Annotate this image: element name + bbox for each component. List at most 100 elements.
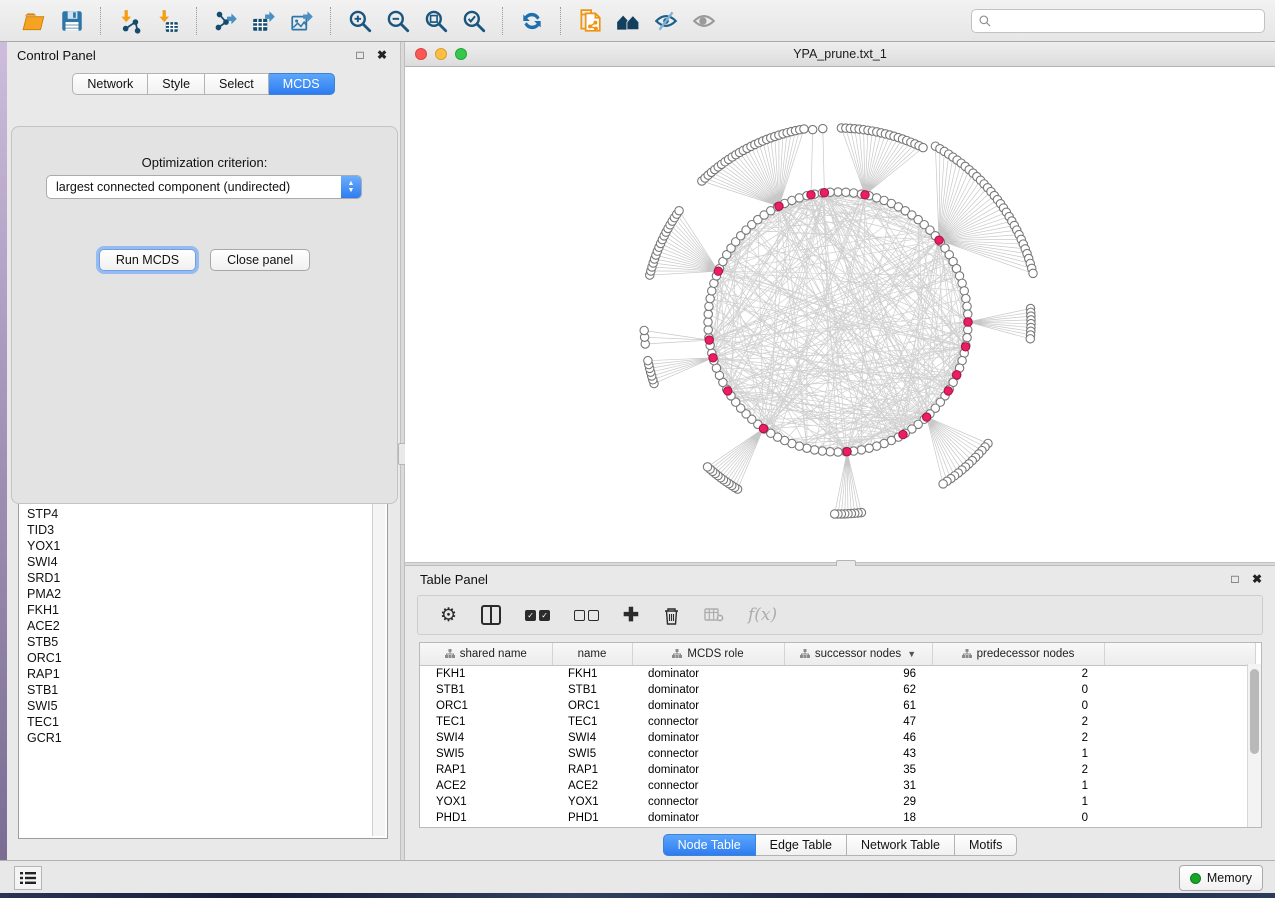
maximize-window-icon[interactable] — [455, 48, 467, 60]
table-row[interactable]: YOX1YOX1connector291 — [420, 794, 1256, 810]
tab-node-table[interactable]: Node Table — [663, 834, 756, 856]
mcds-result-item[interactable]: STB5 — [21, 634, 373, 650]
tab-motifs[interactable]: Motifs — [955, 834, 1017, 856]
export-table-icon[interactable] — [250, 7, 278, 35]
column-header-successor-nodes[interactable]: successor nodes▼ — [784, 643, 932, 666]
memory-button[interactable]: Memory — [1179, 865, 1263, 891]
close-window-icon[interactable] — [415, 48, 427, 60]
add-column-icon[interactable]: ✚ — [623, 604, 639, 627]
deselect-all-checkboxes-icon[interactable] — [574, 610, 599, 621]
function-builder-icon[interactable]: f(x) — [748, 605, 777, 625]
network-window-title: YPA_prune.txt_1 — [793, 47, 887, 61]
mcds-result-item[interactable]: SRD1 — [21, 570, 373, 586]
open-session-icon[interactable] — [20, 7, 48, 35]
mcds-result-item[interactable]: TEC1 — [21, 714, 373, 730]
mcds-result-item[interactable]: GCR1 — [21, 730, 373, 746]
mcds-result-item[interactable]: TID3 — [21, 522, 373, 538]
mcds-result-item[interactable]: ORC1 — [21, 650, 373, 666]
control-panel: Control Panel □ ✖ Optimization criterion… — [7, 42, 400, 860]
memory-status-icon — [1190, 873, 1201, 884]
settings-gear-icon[interactable]: ⚙ — [440, 604, 457, 627]
network-from-document-icon[interactable] — [576, 7, 604, 35]
network-graph[interactable] — [405, 67, 1275, 562]
toolbar-separator — [330, 7, 332, 35]
table-row[interactable]: FKH1FKH1dominator962 — [420, 666, 1256, 683]
export-image-icon[interactable] — [288, 7, 316, 35]
mcds-settings-card: Optimization criterion: largest connecte… — [11, 126, 398, 504]
table-row[interactable]: STB1STB1dominator620 — [420, 682, 1256, 698]
control-panel-header: Control Panel □ ✖ — [7, 42, 400, 68]
zoom-out-icon[interactable] — [384, 7, 412, 35]
tab-network-table[interactable]: Network Table — [847, 834, 955, 856]
tab-style[interactable]: Style — [148, 73, 205, 95]
mcds-result-item[interactable]: SWI4 — [21, 554, 373, 570]
mcds-result-item[interactable]: RAP1 — [21, 666, 373, 682]
toolbar-search[interactable] — [971, 9, 1265, 33]
mcds-result-list[interactable]: PHD1CAR1STP4TID3YOX1SWI4SRD1PMA2FKH1ACE2… — [21, 474, 373, 836]
table-row[interactable]: ORC1ORC1dominator610 — [420, 698, 1256, 714]
search-input[interactable] — [992, 13, 1258, 29]
close-panel-icon[interactable]: ✖ — [374, 47, 390, 63]
task-history-button[interactable] — [14, 866, 42, 890]
import-network-icon[interactable] — [116, 7, 144, 35]
table-row[interactable]: TEC1TEC1connector472 — [420, 714, 1256, 730]
hide-selected-icon[interactable] — [652, 7, 680, 35]
shared-column-icon — [445, 649, 455, 661]
export-network-icon[interactable] — [212, 7, 240, 35]
mcds-result-item[interactable]: STB1 — [21, 682, 373, 698]
mcds-result-item[interactable]: ACE2 — [21, 618, 373, 634]
chevron-down-icon: ▼ — [907, 649, 916, 659]
zoom-fit-icon[interactable] — [422, 7, 450, 35]
show-column-icon[interactable] — [481, 605, 501, 625]
table-scrollbar[interactable] — [1247, 664, 1261, 827]
delete-table-icon[interactable] — [704, 607, 724, 623]
zoom-in-icon[interactable] — [346, 7, 374, 35]
table-row[interactable]: ACE2ACE2connector311 — [420, 778, 1256, 794]
run-mcds-button[interactable]: Run MCDS — [99, 249, 196, 271]
column-header-predecessor-nodes[interactable]: predecessor nodes — [932, 643, 1104, 666]
table-panel-tabs: Node Table Edge Table Network Table Moti… — [405, 834, 1275, 856]
tab-mcds[interactable]: MCDS — [269, 73, 335, 95]
save-session-icon[interactable] — [58, 7, 86, 35]
mcds-result-item[interactable]: YOX1 — [21, 538, 373, 554]
import-table-icon[interactable] — [154, 7, 182, 35]
network-titlebar[interactable]: YPA_prune.txt_1 — [405, 42, 1275, 67]
column-header-mcds-role[interactable]: MCDS role — [632, 643, 784, 666]
close-panel-icon[interactable]: ✖ — [1249, 571, 1265, 587]
toolbar-separator — [196, 7, 198, 35]
memory-label: Memory — [1207, 871, 1252, 885]
column-header-shared-name[interactable]: shared name — [420, 643, 552, 666]
table-row[interactable]: PHD1PHD1dominator180 — [420, 810, 1256, 826]
table-row[interactable]: RAP1RAP1dominator352 — [420, 762, 1256, 778]
toolbar-separator — [560, 7, 562, 35]
first-neighbors-icon[interactable] — [614, 7, 642, 35]
mcds-list-scrollbar[interactable] — [372, 474, 385, 836]
tab-select[interactable]: Select — [205, 73, 269, 95]
shared-column-icon — [672, 649, 682, 661]
minimize-window-icon[interactable] — [435, 48, 447, 60]
control-panel-title: Control Panel — [17, 48, 346, 63]
mcds-result-item[interactable]: SWI5 — [21, 698, 373, 714]
select-all-checkboxes-icon[interactable]: ✓✓ — [525, 610, 550, 621]
table-row[interactable]: SWI5SWI5connector431 — [420, 746, 1256, 762]
toolbar-separator — [100, 7, 102, 35]
tab-network[interactable]: Network — [72, 73, 148, 95]
delete-column-icon[interactable] — [663, 606, 680, 625]
table-panel: Table Panel □ ✖ ⚙ ✓✓ ✚ f(x) shared name … — [405, 566, 1275, 860]
control-panel-tabs: Network Style Select MCDS — [7, 73, 400, 95]
criterion-dropdown[interactable]: largest connected component (undirected)… — [46, 175, 362, 199]
zoom-selected-icon[interactable] — [460, 7, 488, 35]
show-hidden-icon[interactable] — [690, 7, 718, 35]
mcds-result-item[interactable]: STP4 — [21, 506, 373, 522]
float-panel-icon[interactable]: □ — [1227, 571, 1243, 587]
close-panel-button[interactable]: Close panel — [210, 249, 310, 271]
tab-edge-table[interactable]: Edge Table — [756, 834, 847, 856]
table-row[interactable]: SWI4SWI4dominator462 — [420, 730, 1256, 746]
mcds-result-item[interactable]: FKH1 — [21, 602, 373, 618]
mcds-result-item[interactable]: PMA2 — [21, 586, 373, 602]
shared-column-icon — [962, 649, 972, 661]
refresh-layout-icon[interactable] — [518, 7, 546, 35]
float-panel-icon[interactable]: □ — [352, 47, 368, 63]
scrollbar-thumb[interactable] — [1250, 669, 1259, 754]
column-header-name[interactable]: name — [552, 643, 632, 666]
